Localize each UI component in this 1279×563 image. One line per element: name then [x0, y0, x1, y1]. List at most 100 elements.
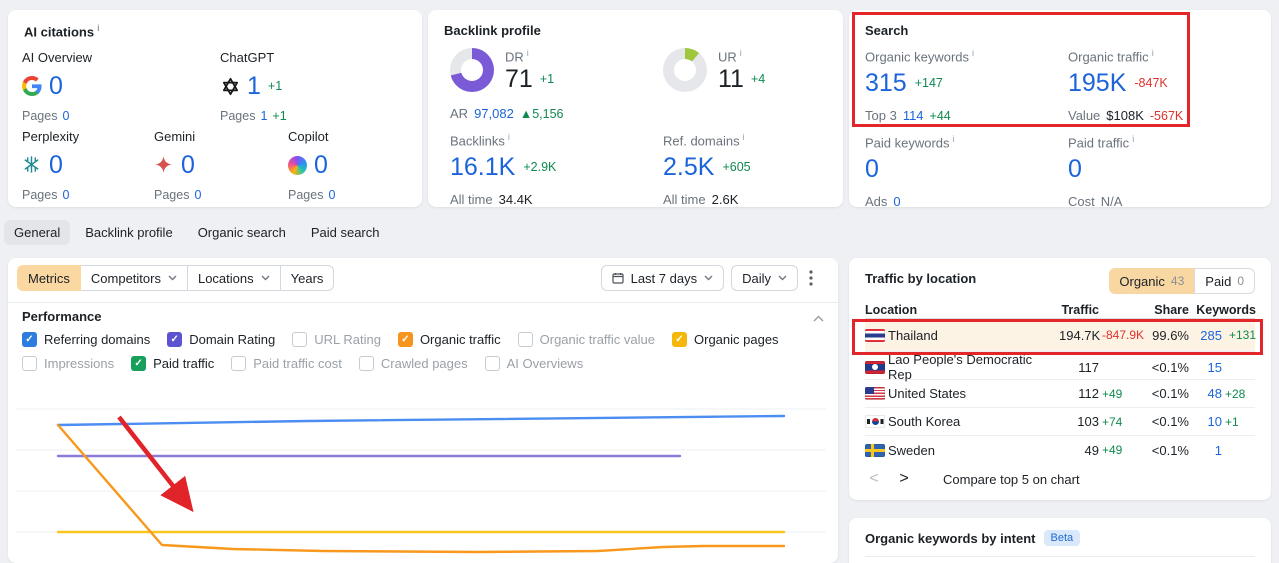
domain-rating-block: DR 71+1 — [450, 48, 554, 93]
divider — [8, 302, 838, 303]
ar-value[interactable]: 97,082 — [474, 106, 514, 121]
chevron-up-icon — [813, 315, 824, 322]
ref-domains-label[interactable]: Ref. domains — [663, 132, 751, 148]
url-rating-block: UR 11+4 — [663, 48, 765, 93]
chatgpt-pages[interactable]: 1 — [260, 109, 267, 123]
collapse-section-button[interactable] — [811, 308, 826, 327]
column-header-share[interactable]: Share — [1149, 303, 1189, 317]
metric-checkbox-organic-traffic-value[interactable]: Organic traffic value — [517, 332, 655, 347]
report-tabs: General Backlink profile Organic search … — [4, 220, 390, 245]
checkbox-checked-icon: ✓ — [22, 332, 37, 347]
backlinks-value[interactable]: 16.1K — [450, 154, 515, 181]
copilot-pages[interactable]: 0 — [328, 188, 335, 202]
table-row-laos[interactable]: Lao People's Democratic Rep 117 <0.1% 15 — [865, 352, 1255, 382]
paid-toggle-button[interactable]: Paid 0 — [1194, 268, 1255, 294]
copilot-label: Copilot — [288, 129, 329, 144]
metric-checkbox-referring-domains[interactable]: ✓ Referring domains — [22, 332, 150, 347]
checkbox-unchecked-icon — [358, 356, 374, 371]
ads-value[interactable]: 0 — [893, 194, 900, 209]
gemini-label: Gemini — [154, 129, 196, 144]
previous-page-button[interactable]: < — [865, 470, 883, 488]
organic-keywords-label[interactable]: Organic keywords — [865, 48, 974, 64]
table-row-thailand[interactable]: Thailand 194.7K -847.9K 99.6% 285 +131 — [865, 319, 1256, 352]
copilot-icon — [288, 155, 307, 175]
paid-keywords-value[interactable]: 0 — [865, 156, 879, 183]
ai-overview-label: AI Overview — [22, 50, 93, 65]
backlink-profile-panel: Backlink profile DR 71+1 AR 97,082 ▲5,15… — [428, 10, 843, 207]
competitors-filter-button[interactable]: Competitors — [79, 265, 188, 291]
tab-general[interactable]: General — [4, 220, 71, 245]
checkbox-checked-icon: ✓ — [167, 332, 183, 347]
google-icon — [22, 76, 42, 96]
metric-checkbox-paid-traffic-cost[interactable]: Paid traffic cost — [231, 356, 342, 371]
organic-keywords-block: Organic keywords 315+147 Top 3114+44 — [865, 48, 974, 123]
organic-traffic-label[interactable]: Organic traffic — [1068, 48, 1183, 64]
ur-label[interactable]: UR — [718, 48, 765, 64]
location-name: Lao People's Democratic Rep — [888, 352, 1033, 382]
granularity-button[interactable]: Daily — [731, 265, 798, 291]
flag-sweden-icon — [865, 443, 885, 457]
location-name: United States — [888, 386, 967, 401]
years-filter-button[interactable]: Years — [279, 265, 335, 291]
locations-filter-button[interactable]: Locations — [186, 265, 281, 291]
column-header-keywords[interactable]: Keywords — [1192, 303, 1256, 317]
tab-organic-search[interactable]: Organic search — [188, 220, 296, 245]
filter-bar: Metrics Competitors Locations Years Last… — [17, 265, 829, 291]
metric-checkbox-organic-pages[interactable]: ✓ Organic pages — [672, 332, 779, 347]
metrics-filter-button[interactable]: Metrics — [17, 265, 81, 291]
chevron-down-icon — [778, 275, 787, 281]
ai-overview-pages[interactable]: 0 — [62, 109, 69, 123]
flag-south-korea-icon — [865, 415, 885, 428]
column-header-traffic[interactable]: Traffic — [1059, 303, 1099, 317]
chevron-down-icon — [261, 275, 270, 281]
copilot-count[interactable]: 0 — [314, 152, 328, 179]
performance-title: Performance — [22, 309, 102, 324]
paid-traffic-label[interactable]: Paid traffic — [1068, 134, 1134, 150]
traffic-value-amount: $108K — [1106, 107, 1144, 123]
tab-backlink-profile[interactable]: Backlink profile — [75, 220, 182, 245]
paid-keywords-label[interactable]: Paid keywords — [865, 134, 955, 150]
perplexity-count[interactable]: 0 — [49, 152, 63, 179]
metric-checkbox-paid-traffic[interactable]: ✓ Paid traffic — [131, 356, 214, 371]
next-page-button[interactable]: > — [895, 470, 913, 488]
ai-citations-panel: AI citations AI Overview 0 Pages0 ChatGP… — [8, 10, 422, 207]
column-header-location[interactable]: Location — [865, 303, 1056, 317]
gemini-pages[interactable]: 0 — [194, 188, 201, 202]
organic-traffic-value[interactable]: 195K — [1068, 70, 1126, 97]
ref-domains-value[interactable]: 2.5K — [663, 154, 714, 181]
metric-checkbox-impressions[interactable]: Impressions — [22, 356, 114, 371]
paid-traffic-value[interactable]: 0 — [1068, 156, 1082, 183]
cost-value: N/A — [1100, 193, 1123, 209]
table-row-south-korea[interactable]: South Korea 103 +74 <0.1% 10 +1 — [865, 408, 1255, 436]
perplexity-pages[interactable]: 0 — [62, 188, 69, 202]
metric-checkbox-organic-traffic[interactable]: ✓ Organic traffic — [397, 332, 501, 347]
gemini-count[interactable]: 0 — [181, 152, 195, 179]
dr-donut-chart — [450, 48, 494, 92]
backlink-profile-title: Backlink profile — [444, 23, 541, 38]
ahrefs-rank-row: AR 97,082 ▲5,156 — [450, 106, 564, 121]
perplexity-label: Perplexity — [22, 129, 80, 144]
ref-domains-block: Ref. domains 2.5K+605 All time2.6K — [663, 132, 751, 206]
table-row-sweden[interactable]: Sweden 49 +49 <0.1% 1 — [865, 436, 1255, 464]
tab-paid-search[interactable]: Paid search — [301, 220, 390, 245]
chatgpt-count[interactable]: 1 — [247, 73, 261, 100]
checkbox-checked-icon: ✓ — [672, 332, 687, 347]
dr-label[interactable]: DR — [505, 48, 554, 64]
ai-item-chatgpt: ChatGPT 1 +1 Pages 1 +1 — [220, 50, 350, 123]
compare-top5-link[interactable]: Compare top 5 on chart — [943, 472, 1080, 487]
metric-checkbox-url-rating[interactable]: URL Rating — [292, 332, 381, 347]
metric-checkbox-ai-overviews[interactable]: AI Overviews — [484, 356, 583, 371]
chevron-down-icon — [168, 275, 177, 281]
metric-checkbox-crawled-pages[interactable]: Crawled pages — [358, 356, 468, 371]
paid-keywords-block: Paid keywords 0 Ads0 — [865, 134, 955, 209]
date-range-button[interactable]: Last 7 days — [600, 265, 725, 291]
performance-chart[interactable] — [8, 385, 838, 563]
organic-toggle-button[interactable]: Organic 43 — [1109, 268, 1195, 294]
ai-overview-count[interactable]: 0 — [49, 73, 63, 100]
organic-keywords-value[interactable]: 315 — [865, 70, 907, 97]
more-options-button[interactable] — [805, 266, 817, 290]
table-row-united-states[interactable]: United States 112 +49 <0.1% 48 +28 — [865, 380, 1255, 408]
metric-checkbox-domain-rating[interactable]: ✓ Domain Rating — [167, 332, 275, 347]
top3-value[interactable]: 114 — [903, 108, 924, 123]
backlinks-label[interactable]: Backlinks — [450, 132, 556, 148]
